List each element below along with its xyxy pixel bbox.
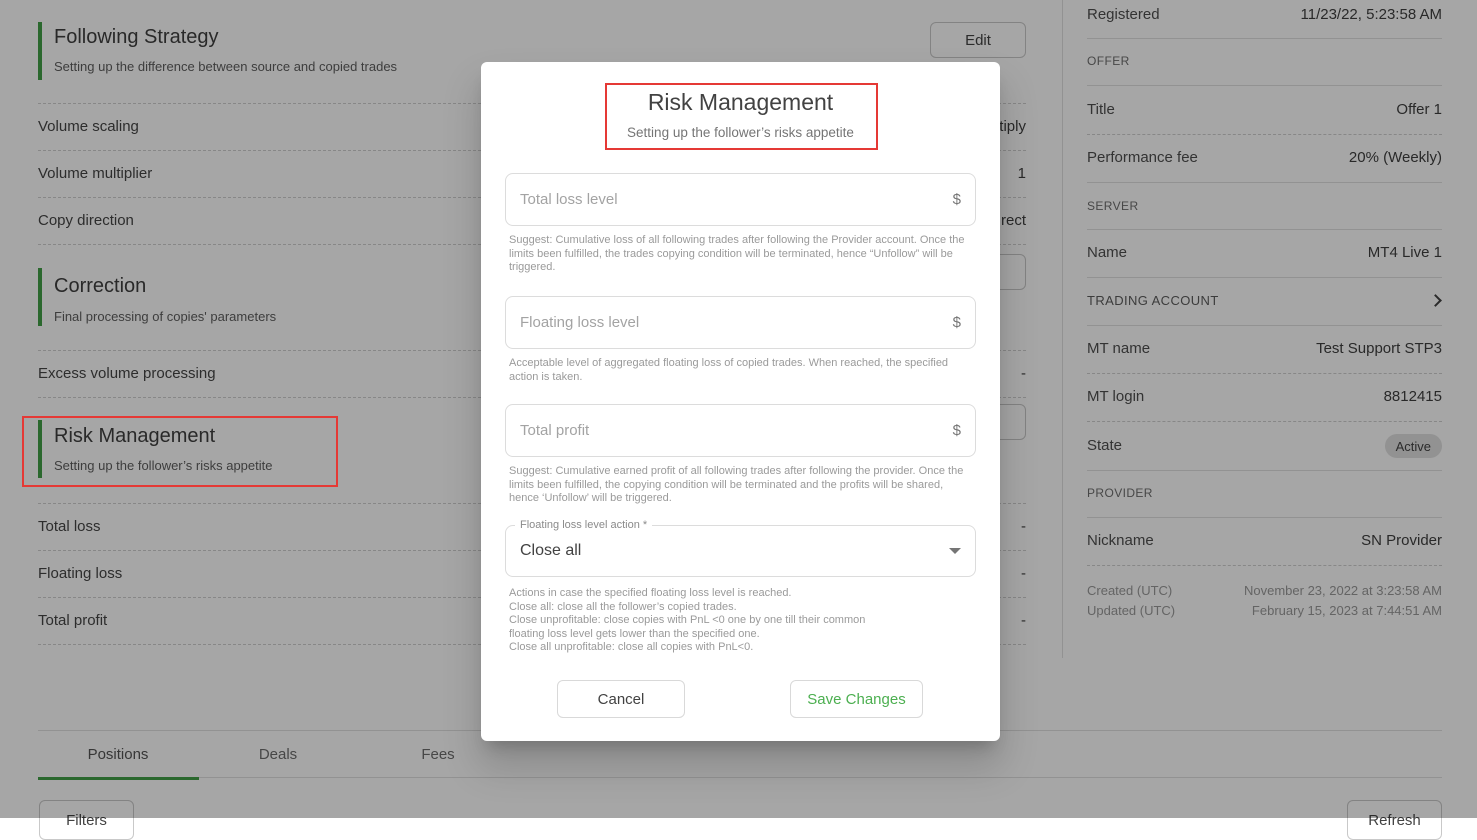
risk-management-dialog: Risk Management Setting up the follower’…: [481, 62, 1000, 741]
total-loss-helper-text: Suggest: Cumulative loss of all followin…: [509, 234, 973, 275]
floating-loss-action-select[interactable]: Floating loss level action * Close all: [505, 525, 976, 577]
dropdown-arrow-icon: [949, 548, 961, 554]
dialog-title: Risk Management: [481, 87, 1000, 117]
select-label: Floating loss level action *: [515, 518, 652, 532]
total-profit-field[interactable]: $: [505, 404, 976, 457]
total-loss-level-field[interactable]: $: [505, 173, 976, 226]
currency-suffix: $: [953, 314, 961, 331]
dialog-subtitle: Setting up the follower’s risks appetite: [481, 124, 1000, 142]
cancel-button[interactable]: Cancel: [557, 680, 685, 718]
floating-loss-action-helper-text: Actions in case the specified floating l…: [509, 587, 973, 655]
currency-suffix: $: [953, 191, 961, 208]
total-profit-helper-text: Suggest: Cumulative earned profit of all…: [509, 465, 973, 506]
floating-loss-helper-text: Acceptable level of aggregated floating …: [509, 357, 973, 384]
select-value: Close all: [520, 542, 949, 560]
floating-loss-level-input[interactable]: [520, 314, 953, 331]
save-changes-button[interactable]: Save Changes: [790, 680, 923, 718]
currency-suffix: $: [953, 422, 961, 439]
floating-loss-level-field[interactable]: $: [505, 296, 976, 349]
total-loss-level-input[interactable]: [520, 191, 953, 208]
total-profit-input[interactable]: [520, 422, 953, 439]
